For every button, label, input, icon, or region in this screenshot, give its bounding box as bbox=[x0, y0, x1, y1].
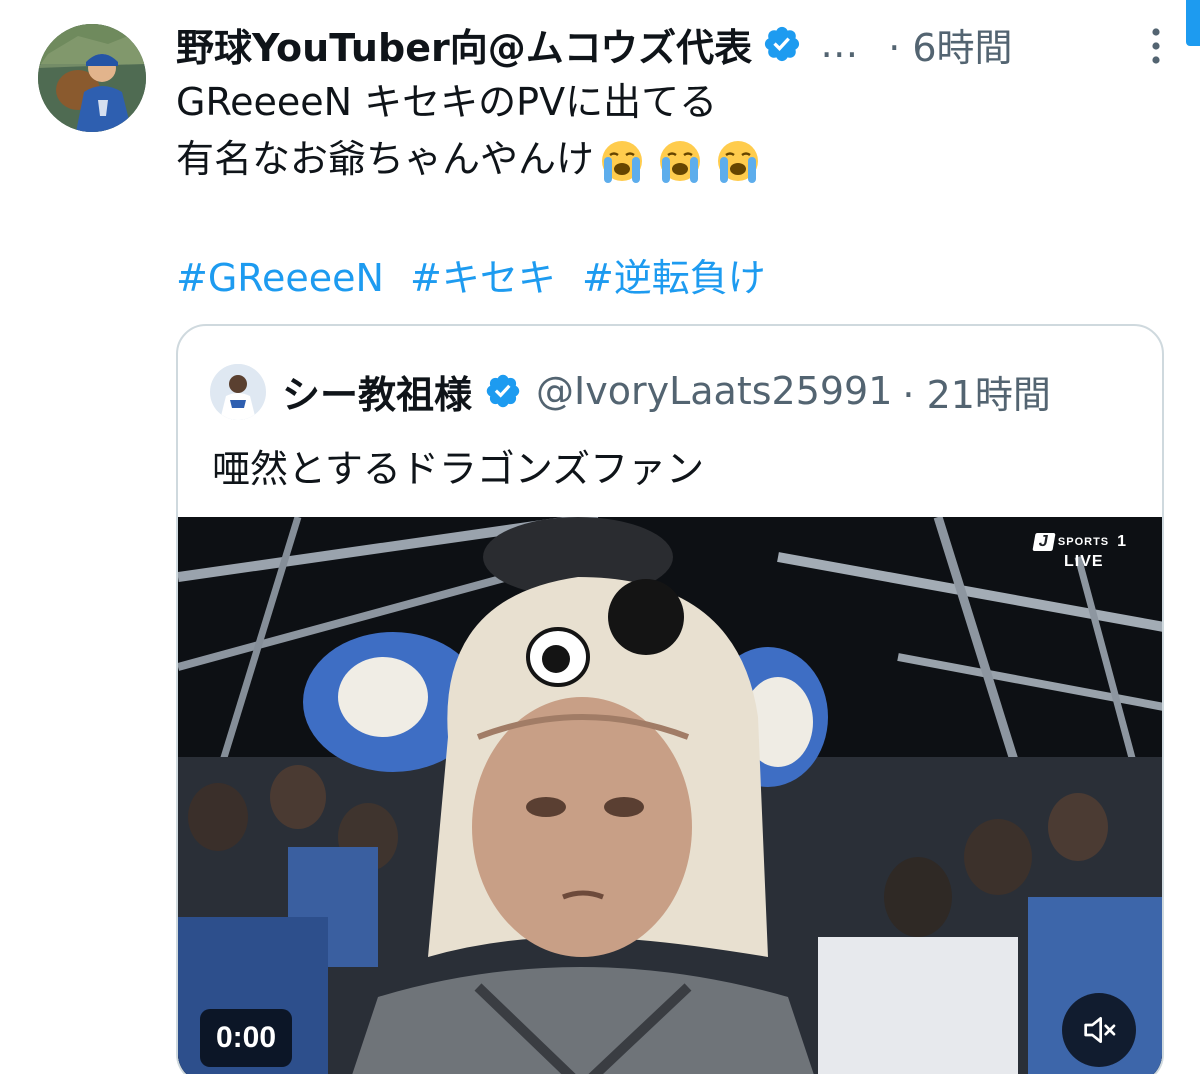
video-player[interactable]: J SPORTS 1 LIVE 0:00 bbox=[178, 517, 1162, 1074]
broadcast-logo: J SPORTS 1 LIVE bbox=[1032, 533, 1146, 581]
quoted-tweet-card[interactable]: シー教祖様 @IvoryLaats25991 · 21時間 唖然とするドラゴンズ… bbox=[176, 324, 1164, 1074]
video-timestamp: 0:00 bbox=[200, 1009, 293, 1067]
author-display-name[interactable]: 野球YouTuber向@ムコウズ代表 bbox=[176, 17, 752, 72]
author-avatar[interactable] bbox=[38, 24, 146, 132]
loudly-crying-face-icon bbox=[718, 140, 759, 183]
quoted-display-name[interactable]: シー教祖様 bbox=[282, 364, 472, 419]
name-truncation: … bbox=[820, 22, 859, 66]
more-options-icon[interactable] bbox=[1150, 26, 1162, 66]
tweet-timestamp[interactable]: · 6時間 bbox=[888, 17, 1012, 72]
live-indicator: LIVE bbox=[1064, 553, 1104, 570]
loudly-crying-face-icon bbox=[660, 140, 701, 183]
tweet-text: GReeeeN キセキのPVに出てる 有名なお爺ちゃんやんけ bbox=[176, 74, 1156, 188]
mute-button[interactable] bbox=[1062, 993, 1136, 1067]
quoted-avatar-photo bbox=[210, 364, 266, 420]
hashtag-link[interactable]: #キセキ bbox=[410, 256, 556, 300]
quoted-tweet-text: 唖然とするドラゴンズファン bbox=[212, 447, 705, 491]
hashtag-list: #GReeeeN #キセキ #逆転負け bbox=[176, 250, 780, 307]
hashtag-link[interactable]: #GReeeeN bbox=[176, 256, 384, 300]
quoted-timestamp[interactable]: · 21時間 bbox=[902, 364, 1051, 419]
broadcast-brand: SPORTS bbox=[1057, 536, 1110, 548]
quoted-author-avatar[interactable] bbox=[210, 364, 266, 420]
quoted-tweet-header: シー教祖様 @IvoryLaats25991 · 21時間 bbox=[282, 356, 1051, 426]
tweet-text-line-2: 有名なお爺ちゃんやんけ bbox=[176, 131, 1156, 188]
tweet[interactable]: 野球YouTuber向@ムコウズ代表 … · 6時間 GReeeeN キセキのP… bbox=[0, 0, 1200, 1074]
tweet-text-line-1: GReeeeN キセキのPVに出てる bbox=[176, 80, 718, 124]
speaker-muted-icon bbox=[1084, 1017, 1116, 1043]
broadcast-channel: 1 bbox=[1117, 533, 1128, 550]
emoji-group bbox=[596, 139, 770, 185]
video-frame bbox=[178, 517, 1162, 1074]
broadcast-logo-letter: J bbox=[1032, 533, 1056, 551]
quoted-handle[interactable]: @IvoryLaats25991 bbox=[536, 369, 892, 413]
avatar-photo bbox=[38, 24, 146, 132]
verified-badge-icon bbox=[765, 26, 800, 62]
verified-badge-icon bbox=[486, 374, 520, 408]
scrollbar-thumb[interactable] bbox=[1186, 0, 1200, 46]
tweet-header: 野球YouTuber向@ムコウズ代表 … · 6時間 bbox=[176, 12, 1180, 76]
hashtag-link[interactable]: #逆転負け bbox=[582, 256, 766, 300]
tweet-text-line-2-text: 有名なお爺ちゃんやんけ bbox=[176, 137, 595, 181]
loudly-crying-face-icon bbox=[602, 140, 643, 183]
